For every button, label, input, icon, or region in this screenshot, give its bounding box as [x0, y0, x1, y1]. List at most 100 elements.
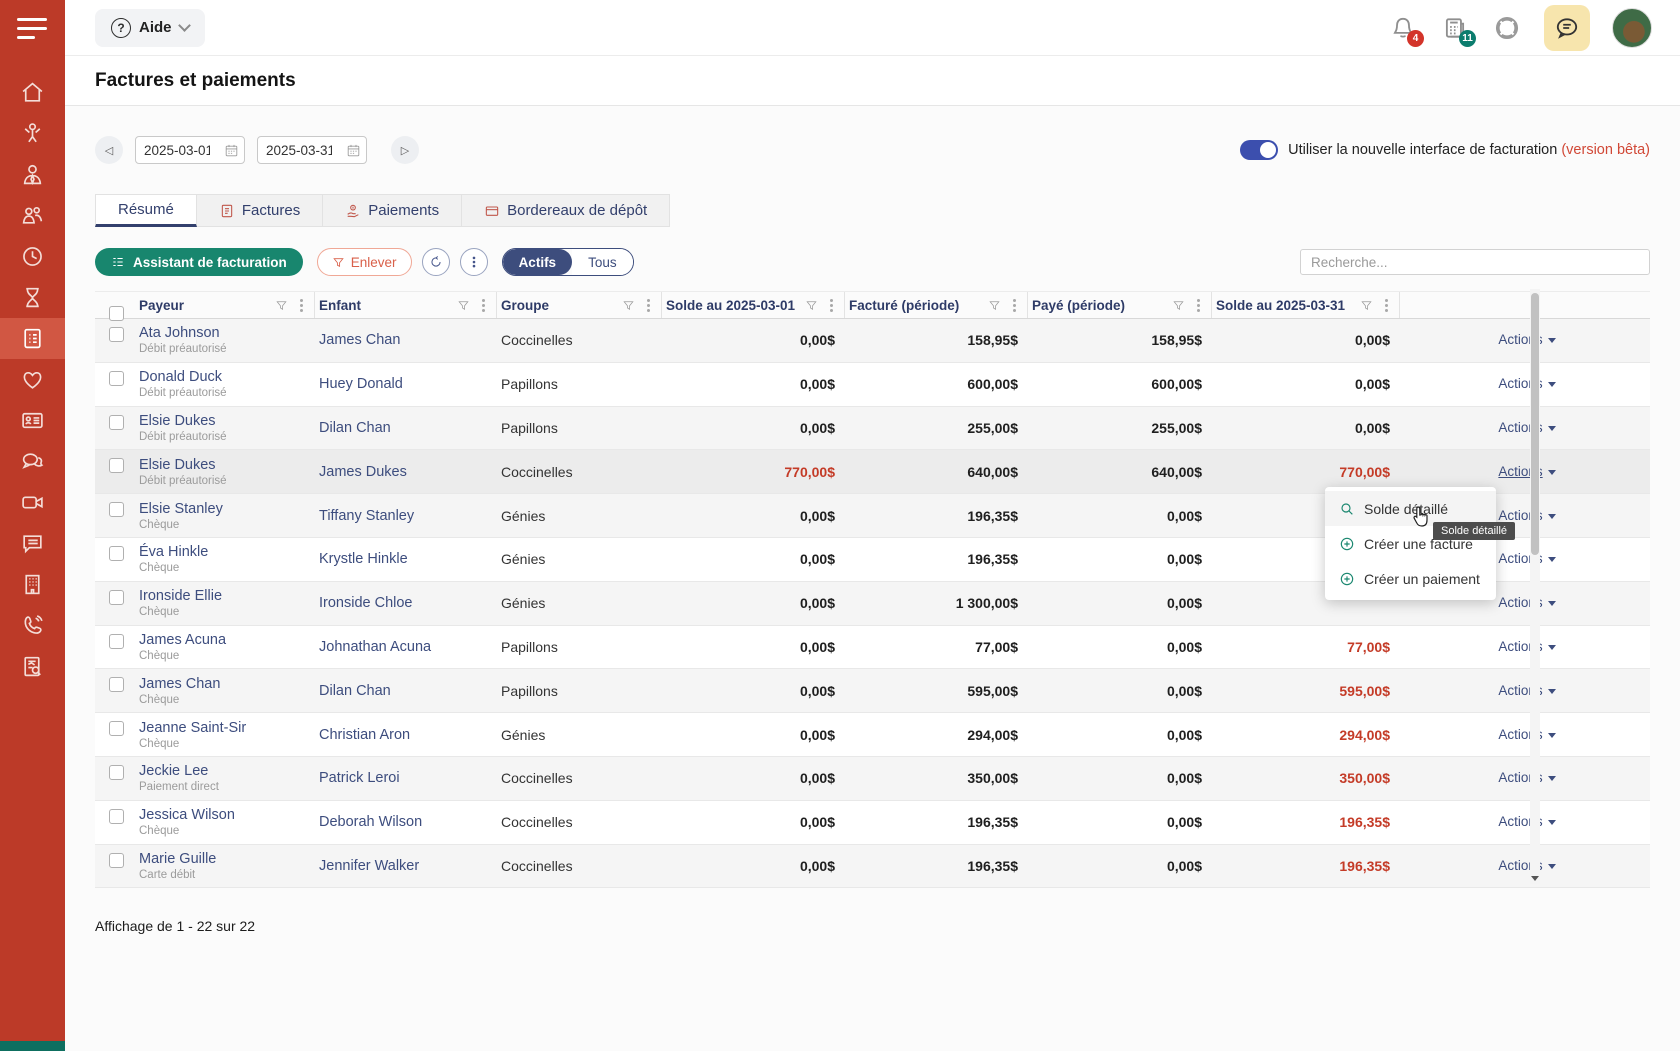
segment-actifs[interactable]: Actifs [503, 249, 573, 275]
start-date-input[interactable] [136, 143, 218, 158]
chat-button[interactable] [1544, 5, 1590, 51]
user-avatar[interactable] [1612, 8, 1652, 48]
scrollbar-down-arrow[interactable] [1530, 872, 1540, 884]
payer-link[interactable]: Jeckie Lee [139, 763, 315, 779]
payer-link[interactable]: James Chan [139, 676, 315, 692]
segment-tous[interactable]: Tous [572, 249, 633, 275]
child-link[interactable]: James Dukes [319, 464, 407, 480]
row-actions-button[interactable]: Actions [1498, 595, 1555, 610]
sidebar-item-children[interactable] [0, 113, 65, 154]
row-actions-button[interactable]: Actions [1498, 332, 1555, 347]
child-link[interactable]: Huey Donald [319, 376, 403, 392]
row-actions-button[interactable]: Actions [1498, 858, 1555, 873]
sidebar-item-organization[interactable] [0, 564, 65, 605]
sidebar-item-families[interactable] [0, 195, 65, 236]
filter-icon[interactable] [1172, 299, 1185, 312]
column-menu-icon[interactable] [1379, 299, 1393, 312]
row-checkbox[interactable] [109, 634, 124, 649]
payer-link[interactable]: Ironside Ellie [139, 588, 315, 604]
help-button[interactable]: ? Aide [95, 9, 205, 47]
column-solde-fin[interactable]: Solde au 2025-03-31 [1216, 298, 1345, 313]
column-menu-icon[interactable] [476, 299, 490, 312]
calendar-icon[interactable] [218, 136, 244, 164]
filter-icon[interactable] [1360, 299, 1373, 312]
row-actions-button[interactable]: Actions [1498, 420, 1555, 435]
row-actions-button[interactable]: Actions [1498, 464, 1555, 479]
payer-link[interactable]: Elsie Dukes [139, 457, 315, 473]
support-button[interactable] [1492, 13, 1522, 43]
row-actions-button[interactable]: Actions [1498, 727, 1555, 742]
row-checkbox[interactable] [109, 765, 124, 780]
column-payer[interactable]: Payeur [139, 298, 184, 313]
column-menu-icon[interactable] [294, 299, 308, 312]
next-period-button[interactable]: ▷ [391, 136, 419, 164]
menu-hamburger-icon[interactable] [17, 18, 47, 42]
tab-factures[interactable]: Factures [197, 194, 323, 227]
row-actions-button[interactable]: Actions [1498, 814, 1555, 829]
remove-filter-button[interactable]: Enlever [317, 248, 412, 276]
row-checkbox[interactable] [109, 721, 124, 736]
sidebar-item-calls[interactable] [0, 605, 65, 646]
row-checkbox[interactable] [109, 458, 124, 473]
sidebar-item-messaging[interactable] [0, 441, 65, 482]
sidebar-item-billing[interactable] [0, 318, 65, 359]
row-checkbox[interactable] [109, 371, 124, 386]
filter-icon[interactable] [275, 299, 288, 312]
payer-link[interactable]: Ata Johnson [139, 325, 315, 341]
payer-link[interactable]: James Acuna [139, 632, 315, 648]
previous-period-button[interactable]: ◁ [95, 136, 123, 164]
payer-link[interactable]: Jessica Wilson [139, 807, 315, 823]
filter-icon[interactable] [805, 299, 818, 312]
row-actions-button[interactable]: Actions [1498, 639, 1555, 654]
column-solde-debut[interactable]: Solde au 2025-03-01 [666, 298, 795, 313]
child-link[interactable]: Patrick Leroi [319, 770, 400, 786]
row-actions-button[interactable]: Actions [1498, 770, 1555, 785]
tab-bordereaux[interactable]: Bordereaux de dépôt [462, 194, 670, 227]
tab-resume[interactable]: Résumé [95, 194, 197, 227]
row-checkbox[interactable] [109, 327, 124, 342]
sidebar-item-home[interactable] [0, 72, 65, 113]
sidebar-item-video[interactable] [0, 482, 65, 523]
column-menu-icon[interactable] [641, 299, 655, 312]
refresh-button[interactable] [422, 248, 450, 276]
calendar-icon[interactable] [340, 136, 366, 164]
column-menu-icon[interactable] [1007, 299, 1021, 312]
menu-item-creer-paiement[interactable]: Créer un paiement [1325, 561, 1496, 596]
sidebar-item-schedule[interactable] [0, 236, 65, 277]
scrollbar-thumb[interactable] [1531, 293, 1539, 555]
sidebar-item-waitlist[interactable] [0, 277, 65, 318]
select-all-checkbox[interactable] [109, 306, 124, 321]
row-checkbox[interactable] [109, 415, 124, 430]
more-options-button[interactable] [460, 248, 488, 276]
child-link[interactable]: Dilan Chan [319, 683, 391, 699]
sidebar-item-staff[interactable] [0, 154, 65, 195]
row-checkbox[interactable] [109, 502, 124, 517]
row-actions-button[interactable]: Actions [1498, 508, 1555, 523]
sidebar-item-contacts[interactable] [0, 400, 65, 441]
child-link[interactable]: James Chan [319, 332, 400, 348]
child-link[interactable]: Deborah Wilson [319, 814, 422, 830]
column-enfant[interactable]: Enfant [319, 298, 361, 313]
filter-icon[interactable] [988, 299, 1001, 312]
payer-link[interactable]: Elsie Stanley [139, 501, 315, 517]
child-link[interactable]: Christian Aron [319, 727, 410, 743]
column-menu-icon[interactable] [1191, 299, 1205, 312]
child-link[interactable]: Tiffany Stanley [319, 508, 414, 524]
sidebar-item-health[interactable] [0, 359, 65, 400]
child-link[interactable]: Johnathan Acuna [319, 639, 431, 655]
end-date-input[interactable] [258, 143, 340, 158]
payer-link[interactable]: Jeanne Saint-Sir [139, 720, 315, 736]
sidebar-item-notes[interactable] [0, 523, 65, 564]
column-menu-icon[interactable] [824, 299, 838, 312]
row-checkbox[interactable] [109, 546, 124, 561]
column-paye[interactable]: Payé (période) [1032, 298, 1125, 313]
row-actions-button[interactable]: Actions [1498, 376, 1555, 391]
filter-icon[interactable] [457, 299, 470, 312]
row-checkbox[interactable] [109, 853, 124, 868]
child-link[interactable]: Ironside Chloe [319, 595, 413, 611]
row-actions-button[interactable]: Actions [1498, 551, 1555, 566]
billing-updates-button[interactable]: 11 [1440, 13, 1470, 43]
column-facture[interactable]: Facturé (période) [849, 298, 959, 313]
filter-icon[interactable] [622, 299, 635, 312]
payer-link[interactable]: Donald Duck [139, 369, 315, 385]
